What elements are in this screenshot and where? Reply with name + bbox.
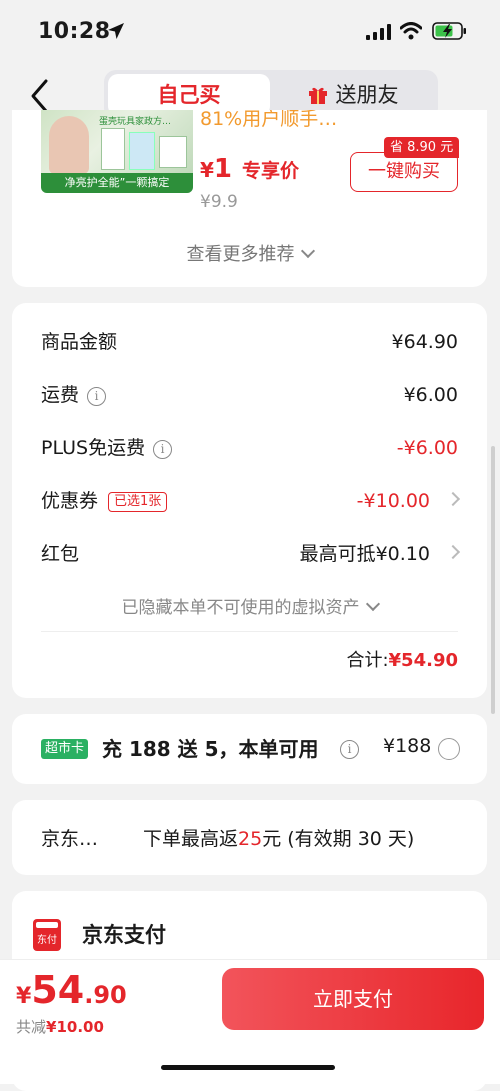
divider bbox=[41, 631, 458, 632]
product-price-value: 1 bbox=[213, 154, 233, 184]
shipping-value: ¥6.00 bbox=[403, 384, 458, 406]
product-title[interactable]: 81%用户顺手… bbox=[200, 110, 337, 131]
order-total-value: ¥54.90 bbox=[388, 650, 458, 671]
product-price-label: 专享价 bbox=[242, 160, 300, 182]
plus-discount-value: -¥6.00 bbox=[396, 437, 458, 459]
recommendation-card: 蛋壳玩具家政方… 净亮护全能”一颗搞定 81%用户顺手… ¥1 专享价 ¥9.9 … bbox=[12, 110, 487, 287]
goods-amount-row: 商品金额 ¥64.90 bbox=[41, 327, 458, 357]
payment-method-label: 京东支付 bbox=[82, 923, 166, 947]
status-bar: 10:28 bbox=[0, 0, 500, 62]
save-badge: 省 8.90 元 bbox=[384, 137, 460, 158]
pay-now-button[interactable]: 立即支付 bbox=[222, 968, 484, 1030]
wifi-icon bbox=[400, 22, 422, 40]
chevron-down-icon bbox=[365, 596, 380, 612]
info-icon[interactable]: i bbox=[87, 387, 107, 406]
rebate-text: 下单最高返25元 (有效期 30 天) bbox=[143, 828, 415, 850]
supermarket-card-price: ¥188 bbox=[383, 735, 432, 757]
chevron-right-icon bbox=[445, 544, 461, 560]
rebate-label: 京东… bbox=[41, 828, 99, 850]
battery-charging-icon bbox=[432, 22, 466, 40]
product-image[interactable]: 蛋壳玩具家政方… 净亮护全能”一颗搞定 bbox=[41, 110, 193, 193]
product-image-caption: 净亮护全能”一颗搞定 bbox=[41, 173, 193, 193]
supermarket-card-offer[interactable]: 超市卡 充 188 送 5，本单可用 i ¥188 bbox=[12, 714, 487, 784]
home-indicator[interactable] bbox=[161, 1065, 335, 1070]
coupon-selected-badge: 已选1张 bbox=[108, 492, 168, 512]
chevron-right-icon bbox=[445, 491, 461, 507]
plus-free-shipping-row: PLUS免运费 i -¥6.00 bbox=[41, 433, 458, 463]
info-icon[interactable]: i bbox=[153, 440, 173, 459]
info-icon[interactable]: i bbox=[340, 740, 359, 759]
supermarket-card-badge: 超市卡 bbox=[41, 739, 89, 759]
cellular-signal-icon bbox=[366, 24, 391, 40]
product-original-price: ¥9.9 bbox=[200, 192, 238, 212]
coupon-row[interactable]: 优惠券 已选1张 -¥10.00 bbox=[41, 486, 461, 516]
supermarket-offer-text: 充 188 送 5，本单可用 bbox=[102, 737, 319, 761]
status-time: 10:28 bbox=[38, 19, 111, 44]
hidden-virtual-assets-toggle[interactable]: 已隐藏本单不可使用的虚拟资产 bbox=[12, 593, 487, 618]
back-chevron-icon[interactable] bbox=[28, 78, 52, 114]
product-image-tag: 蛋壳玩具家政方… bbox=[99, 117, 172, 127]
gift-icon bbox=[308, 87, 327, 104]
rebate-card: 京东… 下单最高返25元 (有效期 30 天) bbox=[12, 800, 487, 875]
goods-amount-value: ¥64.90 bbox=[391, 331, 458, 353]
location-arrow-icon bbox=[108, 23, 124, 39]
one-click-buy-button[interactable]: 一键购买 bbox=[350, 152, 458, 192]
product-price: ¥1 专享价 bbox=[200, 154, 300, 184]
scrollbar[interactable] bbox=[491, 446, 495, 714]
red-packet-row[interactable]: 红包 最高可抵¥0.10 bbox=[41, 539, 461, 569]
supermarket-card-radio[interactable] bbox=[438, 738, 460, 760]
order-total: 合计:¥54.90 bbox=[346, 650, 458, 671]
tab-gift-label: 送朋友 bbox=[335, 83, 399, 107]
total-saved: 共减¥10.00 bbox=[16, 1018, 104, 1036]
more-recommendations-link[interactable]: 查看更多推荐 bbox=[12, 240, 487, 266]
product-image-person bbox=[49, 116, 89, 174]
shipping-row: 运费 i ¥6.00 bbox=[41, 380, 458, 410]
jd-pay-icon: 东付 bbox=[33, 919, 61, 951]
checkout-bar: ¥54.90 共减¥10.00 立即支付 bbox=[0, 959, 500, 1084]
order-summary-card: 商品金额 ¥64.90 运费 i ¥6.00 PLUS免运费 i -¥6.00 优惠… bbox=[12, 303, 487, 698]
coupon-value: -¥10.00 bbox=[356, 490, 430, 512]
pay-amount: ¥54.90 bbox=[16, 968, 127, 1012]
red-packet-value: 最高可抵¥0.10 bbox=[299, 543, 430, 565]
chevron-down-icon bbox=[300, 243, 315, 259]
